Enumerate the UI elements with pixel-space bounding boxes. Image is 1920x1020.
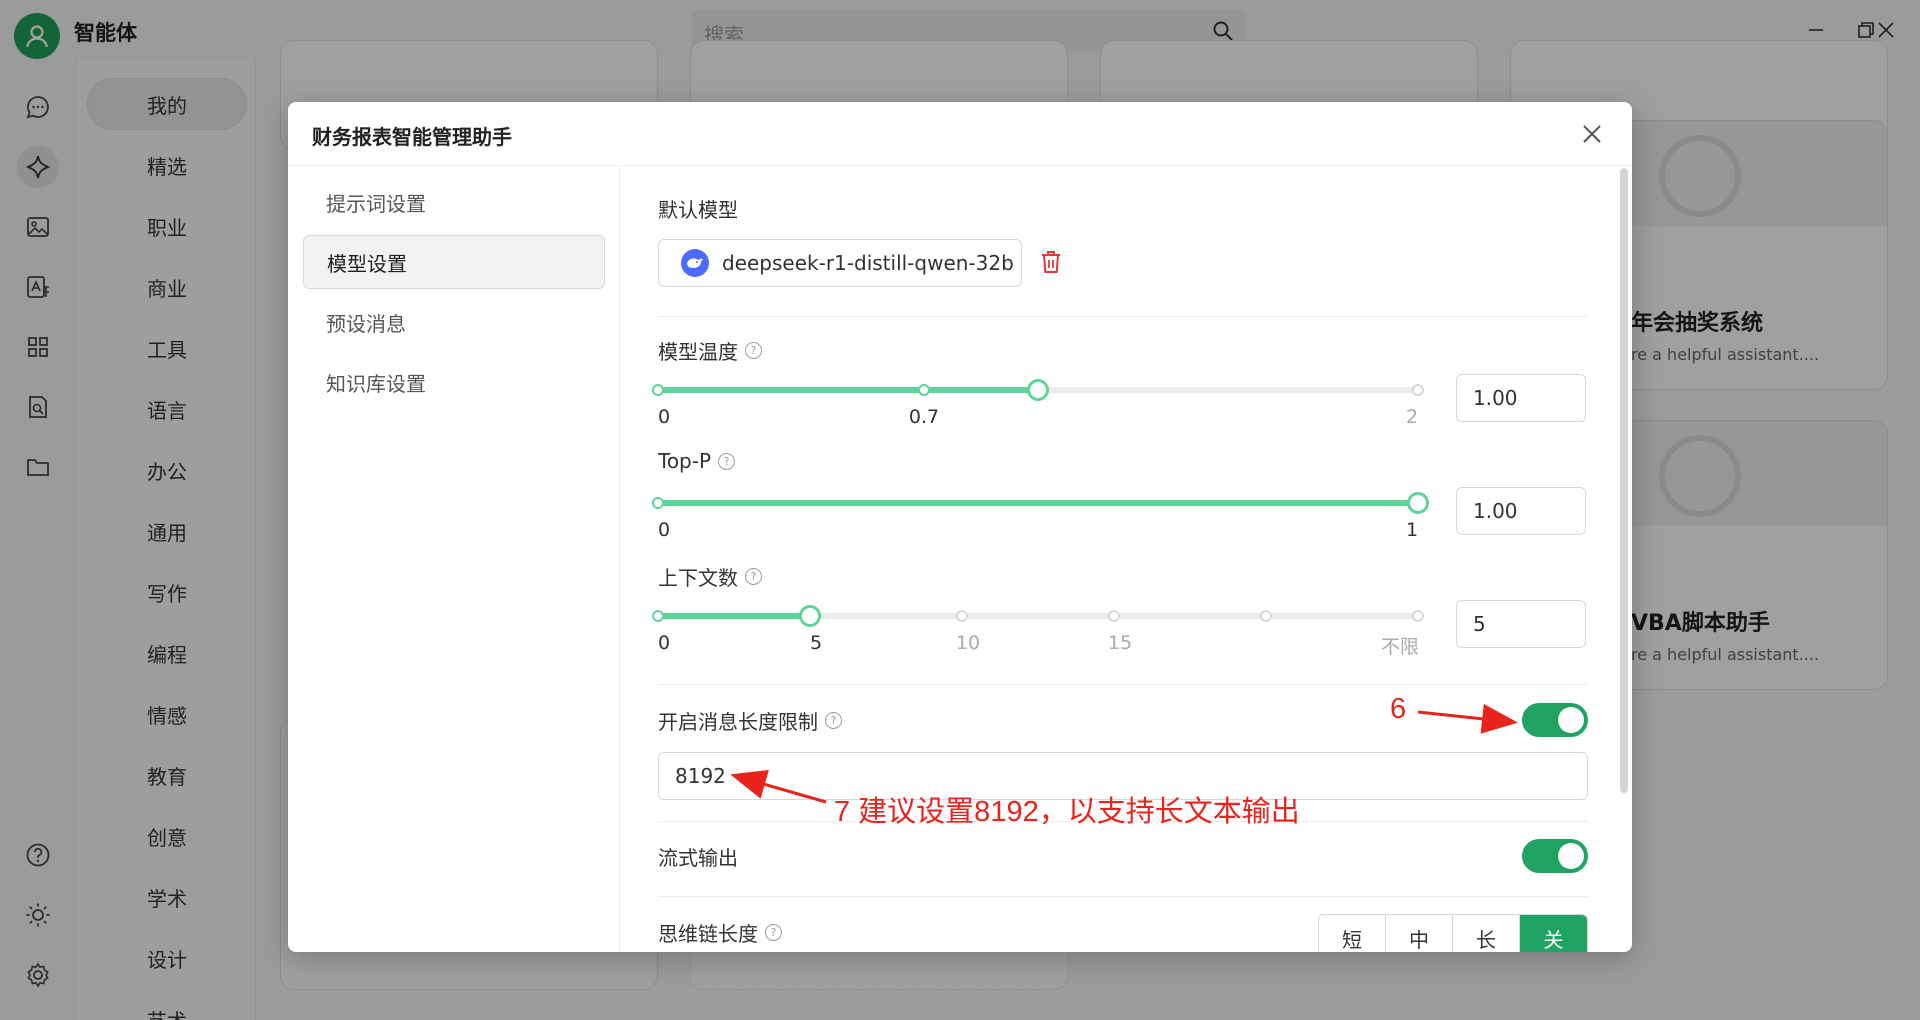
annotation-arrow-7 (730, 769, 827, 804)
annotation-arrow-6 (1417, 703, 1518, 734)
annotation-arrows (730, 703, 1518, 804)
